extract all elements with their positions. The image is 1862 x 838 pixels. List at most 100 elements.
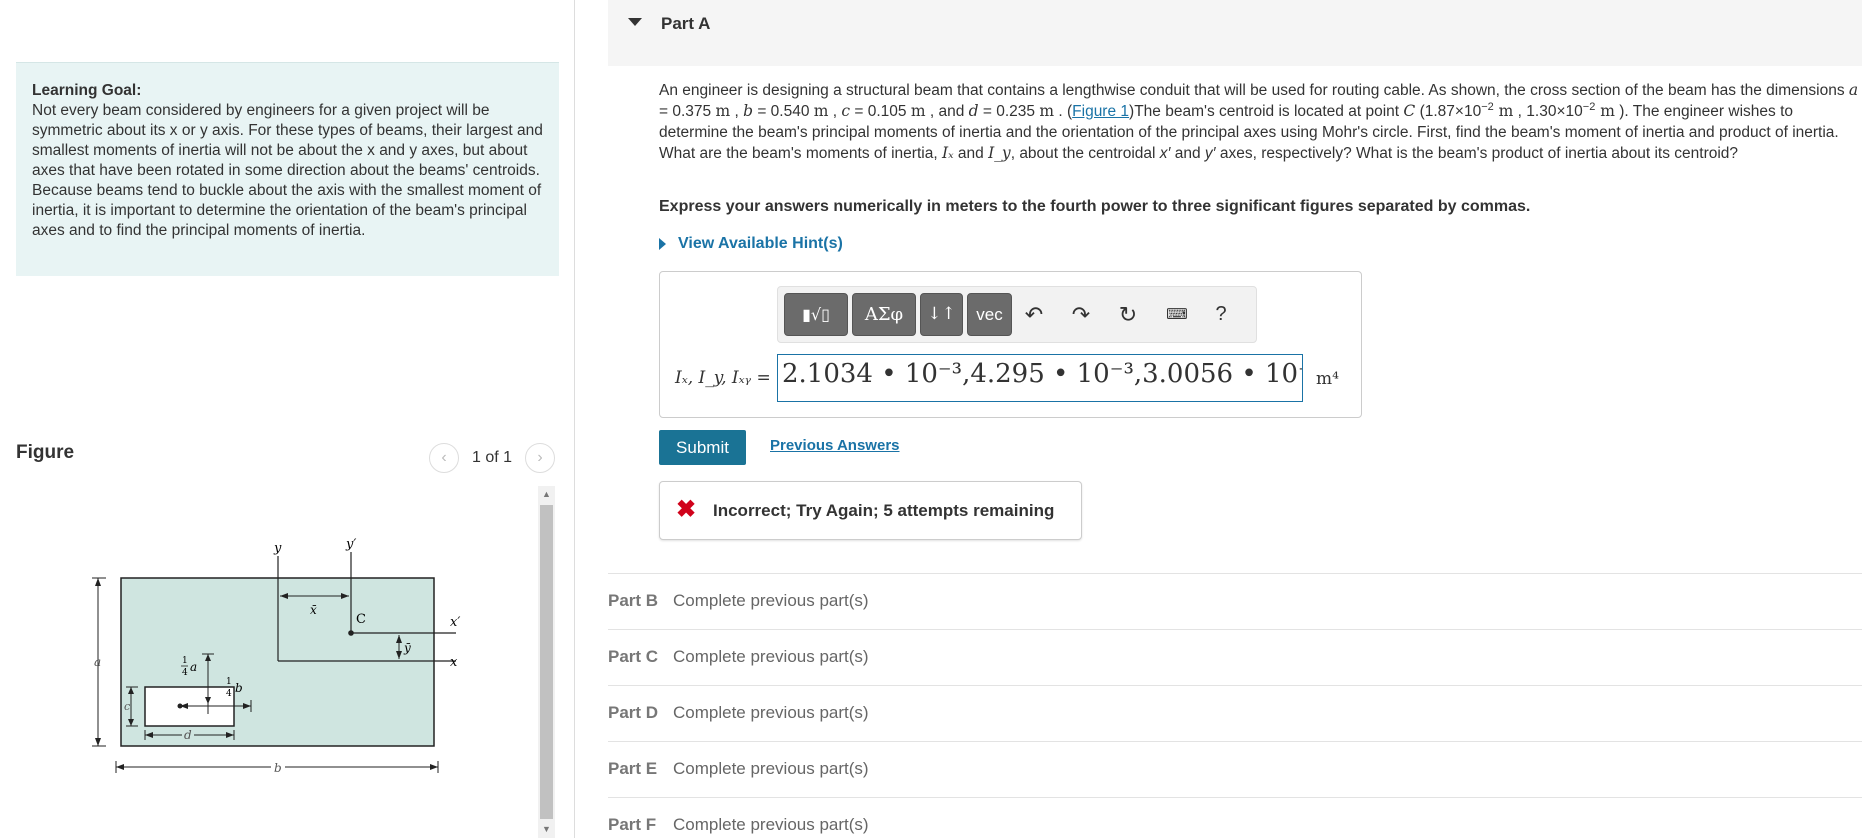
problem-text: , about the centroidal [1010, 145, 1160, 162]
beam-cross-section-diagram: y x y′ x′ C x̄ ȳ a b c d 1 4 a 1 4 b [92, 537, 460, 775]
dimension-b-label: b [274, 761, 282, 775]
problem-statement: An engineer is designing a structural be… [659, 80, 1862, 164]
centroid-x-value: (1.87×10 [1415, 103, 1482, 120]
x-prime-axis-label: x′ [450, 615, 460, 630]
problem-text: An engineer is designing a structural be… [659, 82, 1849, 99]
exponent: −2 [1481, 100, 1494, 113]
incorrect-x-icon: ✖ [676, 496, 697, 523]
quarter-b-symbol: b [235, 681, 243, 695]
quarter-a-numerator: 1 [182, 656, 188, 666]
part-label: Part F [608, 815, 657, 834]
next-figure-button[interactable]: › [525, 443, 555, 473]
value-a: = 0.375 [659, 103, 716, 120]
figure-title: Figure [16, 442, 75, 463]
figure-pager: 1 of 1 [472, 449, 513, 466]
part-a-title: Part A [661, 14, 711, 33]
part-status: Complete previous part(s) [673, 815, 869, 834]
templates-button[interactable]: ▮√▯ [784, 293, 848, 336]
view-hints-toggle[interactable]: View Available Hint(s) [659, 235, 843, 253]
quarter-a-symbol: a [190, 660, 197, 674]
previous-figure-button[interactable]: ‹ [429, 443, 459, 473]
part-label: Part C [608, 647, 659, 666]
part-label: Part D [608, 703, 659, 722]
part-status: Complete previous part(s) [673, 647, 869, 666]
left-panel: Learning Goal: Not every beam considered… [0, 0, 575, 838]
answer-unit: m⁴ [1316, 369, 1339, 389]
x-axis-label: x [450, 655, 458, 670]
quarter-b-denominator: 4 [226, 689, 232, 699]
part-e-row[interactable]: Part E Complete previous part(s) [608, 741, 1862, 797]
y-bar-label: ȳ [403, 641, 411, 655]
quarter-a-denominator: 4 [182, 668, 188, 678]
figure-1-link[interactable]: Figure 1 [1072, 103, 1129, 120]
symbol-x-prime: x′ [1159, 145, 1171, 162]
problem-text: and [953, 145, 989, 162]
reset-icon[interactable]: ↻ [1110, 293, 1146, 336]
caret-right-icon [659, 237, 666, 250]
dimension-d-label: d [184, 728, 192, 742]
part-status: Complete previous part(s) [673, 591, 869, 610]
centroid-point [348, 630, 354, 636]
symbols-button[interactable]: ΑΣφ [852, 293, 916, 336]
view-hints-label[interactable]: View Available Hint(s) [678, 235, 843, 252]
quarter-b-numerator: 1 [226, 677, 232, 687]
undo-icon[interactable]: ↶ [1016, 293, 1052, 336]
problem-text: )The beam's centroid is located at point [1129, 103, 1404, 120]
figure-header: Figure ‹ 1 of 1 › [16, 436, 559, 476]
part-a-header[interactable]: Part A [608, 0, 1862, 66]
answer-box: ▮√▯ ΑΣφ ↓↑ vec ↶ ↷ ↻ ⌨ ? Iₓ, I_y, Iₓᵧ = … [659, 271, 1362, 418]
part-b-row[interactable]: Part B Complete previous part(s) [608, 573, 1862, 629]
separator: , [730, 103, 744, 120]
dimension-a-label: a [94, 655, 101, 669]
centroid-label: C [356, 612, 366, 627]
exponent: −2 [1582, 100, 1596, 113]
math-toolbar: ▮√▯ ΑΣφ ↓↑ vec ↶ ↷ ↻ ⌨ ? [777, 286, 1257, 343]
unit-m: m [1595, 102, 1615, 120]
y-axis-label: y [273, 541, 282, 556]
separator: , [828, 103, 842, 120]
y-prime-axis-label: y′ [345, 537, 356, 552]
problem-text: and [1170, 145, 1205, 162]
unit-m: m [1493, 102, 1514, 120]
unit-m: m [910, 102, 926, 120]
submit-button[interactable]: Submit [659, 430, 746, 465]
centroid-y-value: , 1.30×10 [1513, 103, 1583, 120]
swap-button[interactable]: ↓↑ [920, 293, 963, 336]
previous-answers-link[interactable]: Previous Answers [770, 437, 900, 454]
figure-scrollbar[interactable]: ▲ ▼ [538, 486, 555, 838]
answer-input[interactable]: 2.1034 • 10⁻³,4.295 • 10⁻³,3.0056 • 10⁻³ [777, 354, 1303, 402]
scroll-down-arrow-icon[interactable]: ▼ [538, 821, 555, 838]
learning-goal-box: Learning Goal: Not every beam considered… [16, 62, 559, 276]
keyboard-icon[interactable]: ⌨ [1159, 293, 1195, 336]
symbol-Iy: I_y [988, 144, 1011, 162]
separator: , and [925, 103, 969, 120]
symbol-Ix: Iₓ [941, 144, 954, 162]
collapse-caret-icon[interactable] [628, 18, 642, 26]
feedback-box: ✖ Incorrect; Try Again; 5 attempts remai… [659, 481, 1082, 540]
part-f-row[interactable]: Part F Complete previous part(s) [608, 797, 1862, 838]
answer-label: Iₓ, I_y, Iₓᵧ = [675, 368, 771, 388]
scroll-thumb[interactable] [540, 505, 553, 819]
x-bar-label: x̄ [310, 603, 317, 617]
symbol-b: b [743, 102, 754, 120]
part-d-row[interactable]: Part D Complete previous part(s) [608, 685, 1862, 741]
right-panel: Part A An engineer is designing a struct… [576, 0, 1862, 838]
symbol-y-prime: y′ [1204, 145, 1216, 162]
symbol-d: d [968, 102, 979, 120]
figure-viewport: y x y′ x′ C x̄ ȳ a b c d 1 4 a 1 4 b [16, 486, 541, 838]
part-status: Complete previous part(s) [673, 759, 869, 778]
part-status: Complete previous part(s) [673, 703, 869, 722]
vector-button[interactable]: vec [967, 293, 1012, 336]
answer-instruction: Express your answers numerically in mete… [659, 198, 1531, 215]
learning-goal-title: Learning Goal: [32, 82, 142, 99]
help-button[interactable]: ? [1203, 293, 1239, 336]
unit-m: m [715, 102, 731, 120]
scroll-up-arrow-icon[interactable]: ▲ [538, 486, 555, 503]
part-label: Part B [608, 591, 659, 610]
redo-icon[interactable]: ↷ [1063, 293, 1099, 336]
value-c: = 0.105 [850, 103, 911, 120]
problem-text: . ( [1054, 103, 1073, 120]
symbol-c: c [841, 102, 851, 120]
part-c-row[interactable]: Part C Complete previous part(s) [608, 629, 1862, 685]
learning-goal-text: Not every beam considered by engineers f… [32, 102, 543, 239]
